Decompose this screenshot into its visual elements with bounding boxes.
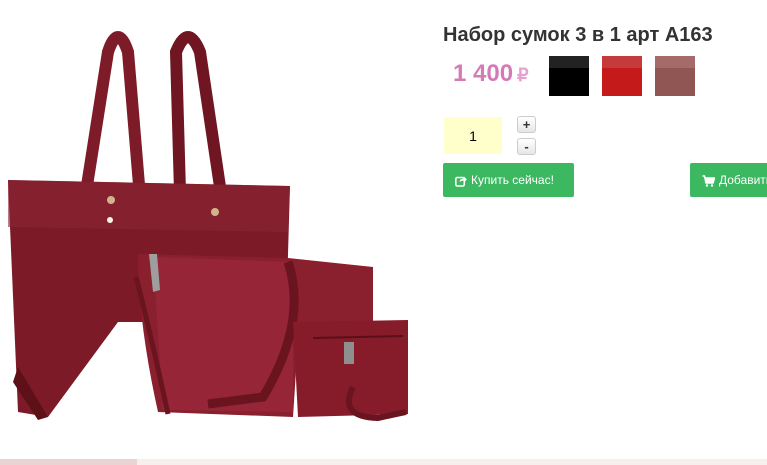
add-to-cart-button[interactable]: Добавить [690, 163, 767, 197]
product-price: 1 400 ₽ [453, 60, 529, 88]
product-page: Набор сумок 3 в 1 арт А163 1 400₽ + - Ку… [0, 0, 767, 465]
price-value: 1 400 [453, 60, 514, 87]
buy-now-label: Купить сейчас! [471, 173, 554, 187]
add-to-cart-label: Добавить [719, 173, 767, 187]
cart-icon [702, 175, 715, 187]
product-image[interactable] [8, 22, 410, 422]
color-swatch-brown[interactable] [655, 56, 695, 96]
color-swatch-black[interactable] [549, 56, 589, 96]
color-swatch-red[interactable] [602, 56, 642, 96]
product-title: Набор сумок 3 в 1 арт А163 [443, 24, 713, 46]
tab-description[interactable] [0, 459, 137, 465]
buy-now-button[interactable]: Купить сейчас! [443, 163, 574, 197]
quantity-input[interactable] [444, 117, 502, 154]
quantity-increase-button[interactable]: + [517, 116, 536, 133]
share-icon [455, 176, 467, 187]
quantity-decrease-button[interactable]: - [517, 138, 536, 155]
currency-symbol: ₽ [517, 65, 529, 85]
